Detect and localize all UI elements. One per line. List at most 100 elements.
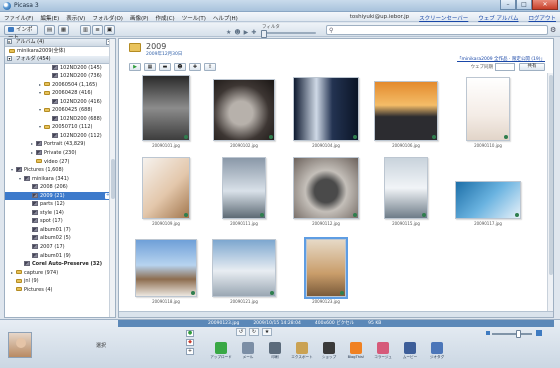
folder-item[interactable]: album01 (7): [5, 226, 115, 235]
folder-item[interactable]: video (27): [5, 158, 115, 167]
photo-image[interactable]: [374, 81, 438, 141]
screensaver-link[interactable]: スクリーンセーバー: [419, 14, 468, 22]
grid-scroll-thumb[interactable]: [549, 75, 553, 275]
import-button[interactable]: インポート: [4, 25, 38, 41]
album-name[interactable]: 2009: [146, 42, 166, 51]
menu-edit[interactable]: 編集(E): [40, 14, 59, 22]
photo-image[interactable]: [293, 157, 359, 219]
photo-thumbnail[interactable]: 20090112.jpg: [291, 157, 361, 226]
play-slideshow-button[interactable]: ▶: [129, 63, 141, 71]
folder-item[interactable]: ▸ 20060504 (1,165): [5, 81, 115, 90]
menu-help[interactable]: ヘルプ(H): [213, 14, 238, 22]
folder-item[interactable]: ▾ 20050710 (112): [5, 123, 115, 132]
people-filter-icon[interactable]: ☻: [234, 29, 240, 36]
photo-thumbnail[interactable]: 20090117.jpg: [453, 181, 523, 226]
album-item[interactable]: minikara2009(全体): [5, 47, 115, 56]
folder-item[interactable]: ▸ Portrait (43,829): [5, 140, 115, 149]
minimize-button[interactable]: –: [500, 0, 516, 10]
tray-action-button[interactable]: ムービー: [399, 342, 421, 360]
menu-picture[interactable]: 画像(P): [130, 14, 149, 22]
albums-header[interactable]: ▸ アルバム (4) +: [5, 39, 115, 47]
grid-scrollbar[interactable]: [547, 73, 553, 313]
movie-button[interactable]: ▬: [159, 63, 171, 71]
photo-thumbnail[interactable]: 20090109.jpg: [131, 157, 201, 226]
menu-folder[interactable]: フォルダ(O): [92, 14, 123, 22]
photo-image[interactable]: [142, 157, 190, 219]
folder-item[interactable]: style (14): [5, 209, 115, 218]
tray-action-button[interactable]: BlogThis!: [345, 342, 367, 360]
hold-icon[interactable]: ●: [186, 330, 194, 337]
search-input[interactable]: [337, 27, 537, 34]
upload-button[interactable]: ⇧: [204, 63, 216, 71]
view-list-button[interactable]: ≡: [92, 25, 103, 35]
photo-thumbnail[interactable]: 20090106.jpg: [371, 81, 441, 148]
tray-action-button[interactable]: コラージュ: [372, 342, 394, 360]
share-button[interactable]: 共有: [519, 63, 545, 71]
photo-image[interactable]: [455, 181, 521, 219]
folders-collapse-icon[interactable]: ▾: [7, 55, 12, 61]
tray-action-button[interactable]: エクスポート: [291, 342, 313, 360]
folder-item[interactable]: spot (17): [5, 217, 115, 226]
thumbnail-size-slider[interactable]: [486, 330, 542, 338]
folder-item[interactable]: 102ND200 (736): [5, 72, 115, 81]
photo-thumbnail[interactable]: 20090115.jpg: [371, 157, 441, 226]
view-detail-button[interactable]: ▣: [104, 25, 115, 35]
tray-action-button[interactable]: アップロード: [210, 342, 232, 360]
photo-image[interactable]: [213, 79, 275, 141]
folder-item[interactable]: 2007 (17): [5, 243, 115, 252]
folder-item[interactable]: 102ND200 (688): [5, 115, 115, 124]
folder-item[interactable]: 102ND200 (112): [5, 132, 115, 141]
web-sync-toggle[interactable]: [495, 63, 515, 71]
options-icon[interactable]: ⚙: [550, 26, 556, 34]
photo-image[interactable]: [293, 77, 359, 141]
photo-image[interactable]: [384, 157, 428, 219]
menu-create[interactable]: 作成(C): [156, 14, 175, 22]
maximize-button[interactable]: □: [516, 0, 532, 10]
menu-file[interactable]: ファイル(F): [4, 14, 33, 22]
web-album-share-link[interactable]: 「minikara2009 全作品 · 限定公開 (19)」: [457, 56, 545, 62]
view-tree-button[interactable]: ▥: [80, 25, 91, 35]
movie-filter-icon[interactable]: ▶: [244, 29, 249, 36]
photo-image[interactable]: [304, 237, 348, 299]
geotag-button[interactable]: ✚: [189, 63, 201, 71]
menu-tools[interactable]: ツール(T): [182, 14, 206, 22]
photo-thumbnail[interactable]: 20090111.jpg: [209, 157, 279, 226]
folder-item[interactable]: album02 (5): [5, 234, 115, 243]
web-album-link[interactable]: ウェブ アルバム: [478, 14, 518, 22]
folder-item[interactable]: Corel Auto-Preserve (32): [5, 260, 115, 269]
zoom-knob[interactable]: [516, 330, 521, 338]
people-button[interactable]: ☻: [174, 63, 186, 71]
add-to-album-icon[interactable]: +: [186, 348, 194, 355]
photo-image[interactable]: [135, 239, 197, 297]
date-filter-slider[interactable]: [261, 30, 316, 38]
photo-thumbnail[interactable]: 20090104.jpg: [291, 77, 361, 148]
tray-action-button[interactable]: 印刷: [264, 342, 286, 360]
folder-item[interactable]: parts (12): [5, 200, 115, 209]
album-date[interactable]: 2009年12月30日: [146, 51, 182, 57]
photo-image[interactable]: [222, 157, 266, 219]
view-library-button[interactable]: ▤: [44, 25, 55, 35]
folder-item[interactable]: 2008 (206): [5, 183, 115, 192]
folder-item[interactable]: 102ND200 (416): [5, 98, 115, 107]
tray-action-button[interactable]: ジオタグ: [426, 342, 448, 360]
folder-item[interactable]: ▸ capture (974): [5, 269, 115, 278]
view-thumbnails-button[interactable]: ▦: [58, 25, 69, 35]
tray-action-button[interactable]: メール: [237, 342, 259, 360]
photo-image[interactable]: [212, 239, 276, 297]
folder-item[interactable]: jnl (9): [5, 277, 115, 286]
photo-thumbnail[interactable]: 20090102.jpg: [209, 79, 279, 148]
folders-header[interactable]: ▾ フォルダ (454): [5, 55, 115, 64]
star-filter-icon[interactable]: ★: [226, 29, 231, 36]
photo-thumbnail[interactable]: 20090123.jpg: [291, 237, 361, 304]
folder-item[interactable]: ▸ Private (230): [5, 149, 115, 158]
tray-selected-thumbnail[interactable]: [8, 332, 32, 358]
close-button[interactable]: ✕: [532, 0, 558, 10]
geotag-filter-icon[interactable]: ✚: [251, 29, 256, 36]
clear-tray-icon[interactable]: ◆: [186, 339, 194, 346]
photo-thumbnail[interactable]: 20090121.jpg: [209, 239, 279, 304]
photo-image[interactable]: [142, 75, 190, 141]
folder-item[interactable]: ▾ 20060428 (416): [5, 89, 115, 98]
rotate-right-icon[interactable]: ↻: [249, 328, 259, 336]
folder-item[interactable]: ▾ 20060425 (688): [5, 106, 115, 115]
logout-link[interactable]: ログアウト: [528, 14, 556, 22]
